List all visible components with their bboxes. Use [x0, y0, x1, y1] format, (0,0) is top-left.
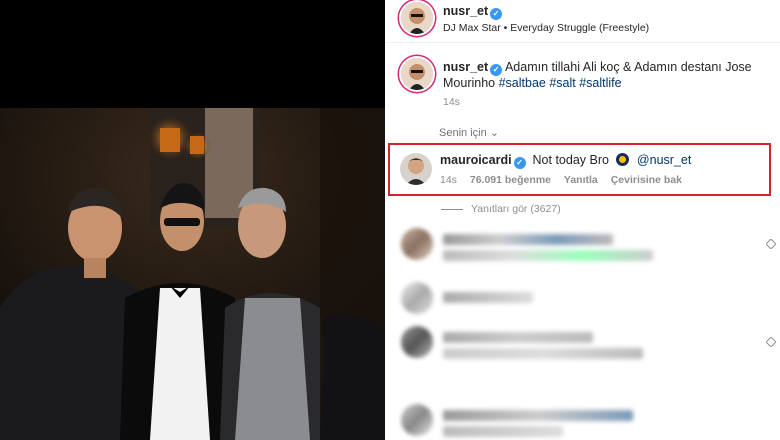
avatar[interactable] [401, 228, 433, 260]
author-username-text[interactable]: nusr_et [443, 4, 488, 18]
view-replies-label: Yanıtları gör (3627) [471, 203, 561, 215]
comment-sort-label: Senin için [439, 127, 487, 139]
replies-dash [441, 208, 463, 210]
verified-icon: ✓ [513, 157, 526, 169]
comment-text: Not today Bro [532, 153, 609, 167]
caption-username[interactable]: nusr_et ✓ [443, 60, 503, 76]
commenter-avatar[interactable] [400, 153, 432, 185]
author-avatar[interactable] [401, 2, 433, 34]
highlighted-comment: mauroicardi ✓ Not today Bro @nusr_et 14s … [388, 143, 771, 196]
caption-time: 14s [443, 96, 460, 108]
post-header: nusr_et ✓ DJ Max Star • Everyday Struggle… [395, 0, 775, 42]
view-replies-button[interactable]: Yanıtları gör (3627) [441, 203, 561, 215]
avatar[interactable] [401, 326, 433, 358]
commenter-username[interactable]: mauroicardi ✓ [440, 153, 526, 169]
verified-icon: ✓ [490, 64, 503, 76]
avatar[interactable] [401, 404, 433, 436]
post-photo[interactable] [0, 108, 385, 440]
comment-time: 14s [440, 174, 457, 186]
comments-panel: nusr_et ✓ DJ Max Star • Everyday Struggle… [385, 0, 780, 440]
comment-line: mauroicardi ✓ Not today Bro @nusr_et [440, 153, 691, 169]
chevron-down-icon: ⌄ [489, 127, 499, 139]
list-item[interactable] [395, 228, 777, 282]
translate-button[interactable]: Çevirisine bak [611, 174, 682, 186]
divider [385, 42, 780, 43]
verified-icon: ✓ [490, 8, 503, 20]
list-item[interactable] [395, 404, 775, 440]
list-item[interactable] [395, 326, 777, 380]
audio-track[interactable]: DJ Max Star • Everyday Struggle (Freesty… [443, 22, 649, 34]
post-photo-panel [0, 0, 385, 440]
comment-likes[interactable]: 76.091 beğenme [470, 174, 551, 186]
avatar[interactable] [401, 282, 433, 314]
caption-avatar[interactable] [401, 58, 433, 90]
comment-mention[interactable]: @nusr_et [637, 153, 691, 167]
commenter-username-text[interactable]: mauroicardi [440, 153, 512, 167]
comment-sort-dropdown[interactable]: Senin için ⌄ [439, 126, 499, 139]
reply-button[interactable]: Yanıtla [564, 174, 598, 186]
club-crest-icon [616, 153, 630, 166]
heart-icon[interactable] [765, 238, 777, 250]
comment-meta: 14s 76.091 beğenme Yanıtla Çevirisine ba… [440, 174, 692, 186]
author-username[interactable]: nusr_et ✓ [443, 4, 503, 20]
caption-body: nusr_et ✓ Adamın tillahi Ali koç & Adamın… [443, 60, 753, 91]
caption-hashtags[interactable]: #saltbae #salt #saltlife [499, 76, 622, 90]
caption-username-text[interactable]: nusr_et [443, 60, 488, 74]
heart-icon[interactable] [765, 336, 777, 348]
